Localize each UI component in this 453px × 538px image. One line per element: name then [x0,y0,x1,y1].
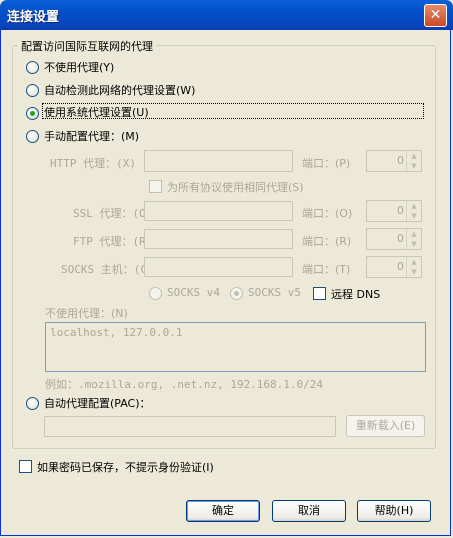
radio-socks-v4[interactable] [149,287,162,300]
ftp-proxy-label: FTP 代理：(R) [73,235,153,248]
remote-dns-checkbox[interactable] [313,287,326,300]
spin-down-icon[interactable]: ▼ [406,239,421,249]
cancel-button[interactable]: 取消 [272,500,346,522]
ssl-port-stepper[interactable]: 0 ▲ ▼ [366,200,422,222]
spin-up-icon[interactable]: ▲ [406,201,421,211]
no-proxy-for-label: 不使用代理：(N) [45,307,128,320]
ftp-proxy-input[interactable] [144,229,293,249]
socks-port-value: 0 [397,260,404,273]
radio-no-proxy[interactable] [26,61,39,74]
http-port-value: 0 [397,154,404,167]
socks-port-stepper[interactable]: 0 ▲ ▼ [366,256,422,278]
radio-auto-detect[interactable] [26,84,39,97]
ftp-port-value: 0 [397,232,404,245]
http-proxy-input[interactable] [144,150,293,172]
pac-url-input[interactable] [44,416,336,437]
label-manual-proxy[interactable]: 手动配置代理：(M) [44,128,139,144]
no-proxy-for-value: localhost, 127.0.0.1 [50,326,183,339]
spin-down-icon[interactable]: ▼ [406,267,421,277]
remember-auth-label[interactable]: 如果密码已保存，不提示身份验证(I) [37,459,214,475]
remote-dns-label[interactable]: 远程 DNS [331,286,380,302]
socks-host-label: SOCKS 主机：(C) [61,263,154,276]
http-port-stepper[interactable]: 0 ▲ ▼ [366,150,422,172]
remember-auth-checkbox[interactable] [19,460,32,473]
close-icon: ✕ [429,7,442,23]
spin-up-icon[interactable]: ▲ [406,151,421,161]
close-button[interactable]: ✕ [424,4,447,27]
title-bar: 连接设置 ✕ [0,0,453,30]
spin-up-icon[interactable]: ▲ [406,229,421,239]
radio-socks-v5[interactable] [230,287,243,300]
ok-button[interactable]: 确定 [186,500,260,522]
ftp-port-label: 端口：(R) [302,235,352,248]
same-proxy-checkbox[interactable] [149,180,162,193]
label-socks-v4: SOCKS v4 [167,286,220,299]
label-no-proxy[interactable]: 不使用代理(Y) [44,59,114,75]
ftp-port-stepper[interactable]: 0 ▲ ▼ [366,228,422,250]
socks-host-input[interactable] [144,257,293,277]
label-auto-detect[interactable]: 自动检测此网络的代理设置(W) [44,82,195,98]
ssl-proxy-input[interactable] [144,201,293,221]
ssl-port-label: 端口：(O) [302,207,353,220]
radio-manual-proxy[interactable] [26,130,39,143]
reload-button[interactable]: 重新载入(E) [346,415,425,437]
ssl-proxy-label: SSL 代理：(O) [73,207,153,220]
radio-auto-config[interactable] [26,397,39,410]
socks-port-label: 端口：(T) [302,263,351,276]
ssl-port-value: 0 [397,204,404,217]
proxy-group-label: 配置访问国际互联网的代理 [18,38,156,54]
same-proxy-label: 为所有协议使用相同代理(S) [167,181,304,194]
label-system-proxy[interactable]: 使用系统代理设置(U) [42,103,424,119]
radio-system-proxy[interactable] [26,107,39,120]
spin-down-icon[interactable]: ▼ [406,211,421,221]
no-proxy-for-textarea[interactable]: localhost, 127.0.0.1 [45,322,426,372]
http-port-label: 端口：(P) [302,157,351,170]
no-proxy-example: 例如：.mozilla.org, .net.nz, 192.168.1.0/24 [45,378,324,391]
help-button[interactable]: 帮助(H) [357,500,431,522]
spin-down-icon[interactable]: ▼ [406,161,421,171]
spin-up-icon[interactable]: ▲ [406,257,421,267]
http-proxy-label: HTTP 代理：(X) [50,157,136,170]
window-title: 连接设置 [7,10,60,25]
label-auto-config[interactable]: 自动代理配置(PAC)： [44,395,151,411]
label-socks-v5: SOCKS v5 [248,286,301,299]
